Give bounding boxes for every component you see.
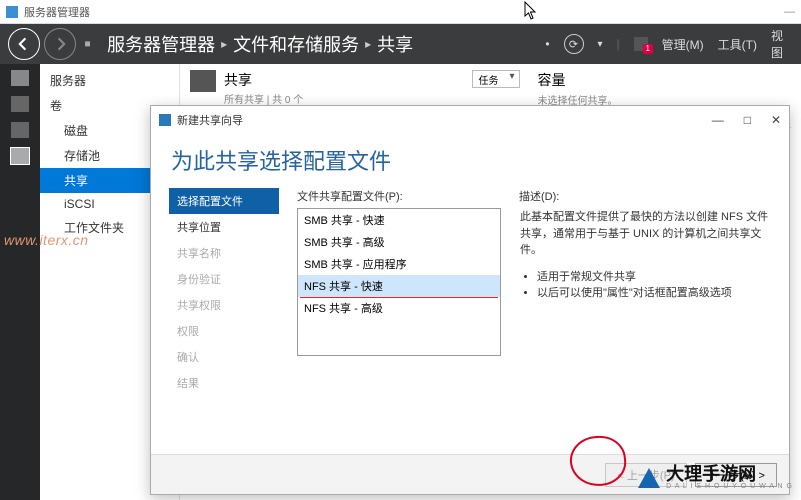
breadcrumb: 服务器管理器 ▸ 文件和存储服务 ▸ 共享 [107,31,413,57]
wizard-heading: 为此共享选择配置文件 [151,134,789,180]
step-share-name: 共享名称 [169,240,279,266]
allservers-icon[interactable] [11,122,29,138]
chevron-right-icon: ▸ [365,37,371,51]
menu-manage[interactable]: 管理(M) [662,36,704,53]
site-logo: 大理手游网 D A L I S H O U Y O U W A N G [638,465,793,490]
step-perm: 权限 [169,318,279,344]
servers-icon[interactable] [11,96,29,112]
logo-text: 大理手游网 [666,465,793,483]
toolbar-bullet-icon: • [545,37,549,51]
breadcrumb-section[interactable]: 文件和存储服务 [233,31,359,57]
description-text: 此基本配置文件提供了最快的方法以创建 NFS 文件共享，通常用于与基于 UNIX… [519,208,771,260]
profile-nfs-adv[interactable]: NFS 共享 - 高级 [298,297,500,319]
wizard-steps: 选择配置文件 共享位置 共享名称 身份验证 共享权限 权限 确认 结果 [169,188,279,446]
profile-list-label: 文件共享配置文件(P): [297,188,501,204]
app-titlebar: 服务器管理器 — [0,0,801,24]
wizard-close-button[interactable]: ✕ [771,113,781,127]
toolbar-separator: ▪ [84,33,91,56]
category-strip [0,64,40,500]
breadcrumb-root[interactable]: 服务器管理器 [107,31,215,57]
wizard-icon [159,114,171,126]
app-icon [6,6,18,18]
logo-triangle-icon [638,468,660,488]
new-share-wizard: 新建共享向导 — □ ✕ 为此共享选择配置文件 选择配置文件 共享位置 共享名称… [150,105,790,495]
chevron-right-icon: ▸ [221,37,227,51]
volume-title: 容量 [538,70,791,90]
back-button[interactable] [8,28,40,60]
step-location[interactable]: 共享位置 [169,214,279,240]
main-toolbar: ▪ 服务器管理器 ▸ 文件和存储服务 ▸ 共享 • ⟳ ▾ | 管理(M) 工具… [0,24,801,64]
desc-point-2: 以后可以使用"属性"对话框配置高级选项 [537,284,771,300]
forward-button[interactable] [44,28,76,60]
profile-smb-quick[interactable]: SMB 共享 - 快速 [298,209,500,231]
app-title: 服务器管理器 [24,4,90,20]
notifications-icon[interactable] [634,37,648,51]
step-confirm: 确认 [169,344,279,370]
profile-smb-app[interactable]: SMB 共享 - 应用程序 [298,253,500,275]
dashboard-icon[interactable] [11,70,29,86]
profile-nfs-quick[interactable]: NFS 共享 - 快速 [298,275,500,297]
refresh-button[interactable]: ⟳ [564,34,584,54]
desc-point-1: 适用于常规文件共享 [537,268,771,284]
wizard-titlebar: 新建共享向导 — □ ✕ [151,106,789,134]
profile-listbox[interactable]: SMB 共享 - 快速 SMB 共享 - 高级 SMB 共享 - 应用程序 NF… [297,208,501,356]
shares-title: 共享 [224,70,303,90]
description-bullets: 适用于常规文件共享 以后可以使用"属性"对话框配置高级选项 [519,268,771,300]
shares-icon [190,70,216,92]
toolbar-pipe: | [617,37,620,51]
step-share-perm: 共享权限 [169,292,279,318]
breadcrumb-page[interactable]: 共享 [377,31,413,57]
wizard-title: 新建共享向导 [177,112,243,128]
chevron-down-icon: ▾ [598,39,603,50]
menu-tools[interactable]: 工具(T) [718,36,757,53]
minimize-button[interactable]: — [784,6,795,18]
profile-smb-adv[interactable]: SMB 共享 - 高级 [298,231,500,253]
step-select-profile[interactable]: 选择配置文件 [169,188,279,214]
cursor-icon [524,1,538,21]
menu-view[interactable]: 视图 [771,27,793,61]
step-auth: 身份验证 [169,266,279,292]
step-result: 结果 [169,370,279,396]
wizard-minimize-button[interactable]: — [712,113,724,127]
description-label: 描述(D): [519,188,771,204]
sidebar-item-servers[interactable]: 服务器 [40,68,179,93]
logo-subtext: D A L I S H O U Y O U W A N G [666,483,793,490]
tasks-dropdown[interactable]: 任务 [472,70,520,88]
storage-icon[interactable] [11,148,29,164]
wizard-maximize-button[interactable]: □ [744,113,751,127]
watermark-text: www.iterx.cn [4,232,89,248]
